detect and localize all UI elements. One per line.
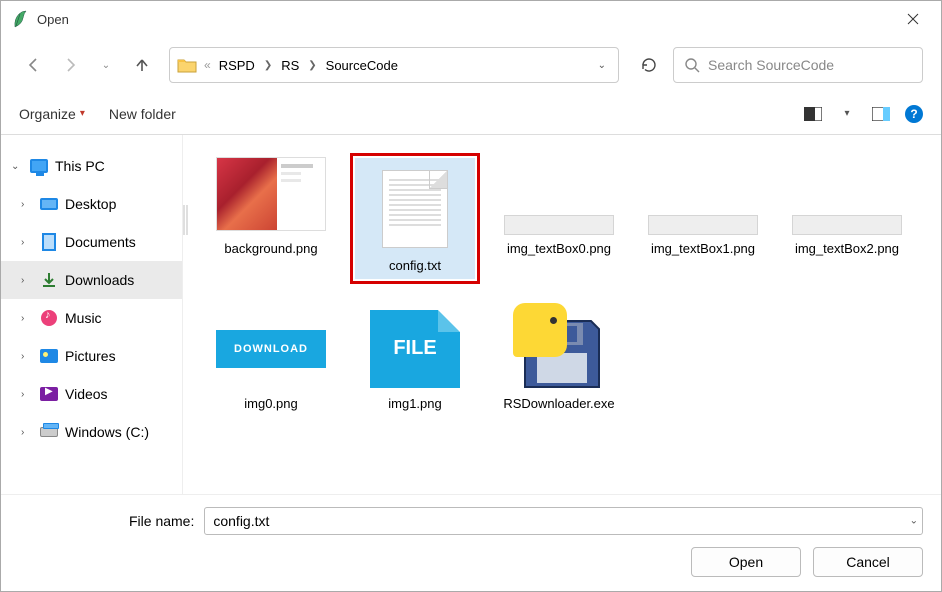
tree-pictures[interactable]: › Pictures (1, 337, 182, 375)
chevron-right-icon: › (21, 275, 33, 286)
breadcrumb-item[interactable]: RSPD (213, 56, 261, 75)
search-input[interactable]: Search SourceCode (673, 47, 923, 83)
file-label: img1.png (388, 396, 441, 413)
music-icon (39, 308, 59, 328)
file-item[interactable]: background.png (201, 145, 341, 292)
breadcrumb-item[interactable]: RS (275, 56, 305, 75)
chevron-right-icon: › (21, 427, 33, 438)
file-label: background.png (224, 241, 317, 258)
file-item[interactable]: img_textBox0.png (489, 145, 629, 292)
image-thumbnail: FILE (370, 310, 460, 388)
tree-label: Videos (65, 386, 172, 402)
chevron-right-icon: › (21, 199, 33, 210)
document-icon (39, 232, 59, 252)
file-label: img_textBox0.png (507, 241, 611, 258)
app-icon (13, 10, 27, 28)
image-thumbnail (792, 215, 902, 235)
drive-icon (39, 422, 59, 442)
tree-documents[interactable]: › Documents (1, 223, 182, 261)
sidebar: ⌄ This PC › Desktop › Documents › Downlo… (1, 135, 183, 494)
tree-downloads[interactable]: › Downloads (1, 261, 182, 299)
file-pane: background.png config.txt (183, 135, 941, 494)
toolbar: Organize ▾ New folder ▾ ? (1, 93, 941, 135)
file-item[interactable]: img_textBox1.png (633, 145, 773, 292)
text-file-icon (382, 170, 448, 248)
desktop-icon (39, 194, 59, 214)
file-label: img0.png (244, 396, 297, 413)
file-label: img_textBox1.png (651, 241, 755, 258)
tree-videos[interactable]: › Videos (1, 375, 182, 413)
exe-icon (509, 307, 609, 391)
chevron-down-icon: ⌄ (11, 161, 23, 172)
tree-label: Documents (65, 234, 172, 250)
back-button[interactable] (19, 50, 49, 80)
preview-pane-icon[interactable] (871, 104, 891, 124)
filename-input[interactable] (213, 508, 914, 534)
tree-music[interactable]: › Music (1, 299, 182, 337)
file-item[interactable]: RSDownloader.exe (489, 300, 629, 421)
tree-drive-c[interactable]: › Windows (C:) (1, 413, 182, 451)
pictures-icon (39, 346, 59, 366)
search-icon (684, 57, 700, 73)
folder-icon (176, 56, 198, 74)
file-label: RSDownloader.exe (503, 396, 614, 413)
file-item[interactable]: DOWNLOAD img0.png (201, 300, 341, 421)
splitter-handle[interactable] (183, 205, 188, 235)
recent-dropdown[interactable]: ⌄ (91, 50, 121, 80)
open-button[interactable]: Open (691, 547, 801, 577)
tree-label: This PC (55, 158, 172, 174)
titlebar: Open (1, 1, 941, 37)
file-label: config.txt (355, 254, 475, 279)
tree-label: Music (65, 310, 172, 326)
tree-label: Desktop (65, 196, 172, 212)
chevron-down-icon[interactable]: ⌄ (910, 516, 918, 527)
chevron-right-icon: › (21, 389, 33, 400)
file-item-selected[interactable]: config.txt (345, 145, 485, 292)
chevron-right-icon: ❯ (305, 60, 319, 71)
address-bar[interactable]: « RSPD ❯ RS ❯ SourceCode ⌄ (169, 47, 619, 83)
address-dropdown[interactable]: ⌄ (592, 60, 612, 71)
image-thumbnail (216, 157, 326, 231)
chevron-right-icon: › (21, 313, 33, 324)
chevron-right-icon: › (21, 237, 33, 248)
videos-icon (39, 384, 59, 404)
image-thumbnail (648, 215, 758, 235)
filename-label: File name: (129, 513, 194, 529)
view-large-icon[interactable] (803, 104, 823, 124)
up-button[interactable] (127, 50, 157, 80)
forward-button[interactable] (55, 50, 85, 80)
tree-label: Windows (C:) (65, 424, 172, 440)
breadcrumb-item[interactable]: SourceCode (320, 56, 404, 75)
refresh-button[interactable] (631, 47, 667, 83)
tree-this-pc[interactable]: ⌄ This PC (1, 147, 182, 185)
chevron-right-icon: › (21, 351, 33, 362)
dialog-footer: File name: ⌄ Open Cancel (1, 494, 941, 591)
window-title: Open (37, 12, 69, 27)
download-icon (39, 270, 59, 290)
caret-down-icon: ▾ (80, 108, 85, 119)
file-label: img_textBox2.png (795, 241, 899, 258)
tree-desktop[interactable]: › Desktop (1, 185, 182, 223)
breadcrumb-prefix: « (202, 58, 213, 72)
filename-combobox[interactable]: ⌄ (204, 507, 923, 535)
close-button[interactable] (893, 4, 933, 34)
search-placeholder: Search SourceCode (708, 57, 834, 73)
image-thumbnail: DOWNLOAD (216, 330, 326, 368)
image-thumbnail (504, 215, 614, 235)
new-folder-button[interactable]: New folder (109, 106, 176, 122)
tree-label: Pictures (65, 348, 172, 364)
file-item[interactable]: img_textBox2.png (777, 145, 917, 292)
open-dialog: Open ⌄ « RSPD ❯ RS ❯ SourceCode ⌄ Searc (0, 0, 942, 592)
nav-bar: ⌄ « RSPD ❯ RS ❯ SourceCode ⌄ Search Sour… (1, 37, 941, 93)
cancel-button[interactable]: Cancel (813, 547, 923, 577)
organize-menu[interactable]: Organize ▾ (19, 106, 85, 122)
chevron-right-icon: ❯ (261, 60, 275, 71)
tree-label: Downloads (65, 272, 172, 288)
view-dropdown[interactable]: ▾ (837, 104, 857, 124)
help-button[interactable]: ? (905, 105, 923, 123)
file-item[interactable]: FILE img1.png (345, 300, 485, 421)
pc-icon (29, 156, 49, 176)
